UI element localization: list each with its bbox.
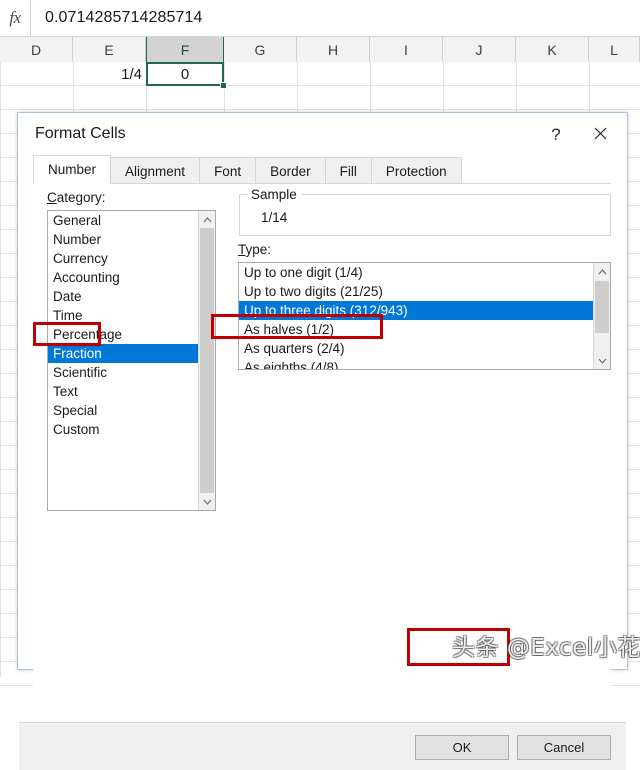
category-item-scientific[interactable]: Scientific (48, 363, 215, 382)
selected-cell-F[interactable]: 0 (146, 62, 224, 86)
category-scrollbar-thumb[interactable] (200, 228, 214, 493)
column-header-f[interactable]: F (146, 37, 224, 62)
sample-value: 1/14 (261, 210, 287, 225)
type-items: Up to one digit (1/4)Up to two digits (2… (239, 263, 610, 370)
column-header-d[interactable]: D (0, 37, 73, 62)
dialog-title-bar: Format Cells ? (18, 113, 627, 155)
type-item-3[interactable]: As halves (1/2) (239, 320, 610, 339)
category-scrollbar[interactable] (198, 211, 215, 510)
type-scrollbar[interactable] (593, 263, 610, 369)
type-scrollbar-thumb[interactable] (595, 281, 609, 333)
type-label: Type: (238, 242, 271, 257)
type-item-5[interactable]: As eighths (4/8) (239, 358, 610, 370)
tab-protection[interactable]: Protection (371, 157, 462, 184)
question-mark-icon[interactable]: ? (541, 121, 571, 149)
category-item-number[interactable]: Number (48, 230, 215, 249)
chevron-up-icon[interactable] (199, 211, 215, 228)
function-icon[interactable]: fx (0, 0, 31, 36)
category-item-date[interactable]: Date (48, 287, 215, 306)
category-item-currency[interactable]: Currency (48, 249, 215, 268)
category-item-accounting[interactable]: Accounting (48, 268, 215, 287)
format-cells-dialog: Format Cells ? NumberAlignmentFontBorder… (17, 112, 628, 670)
type-item-2[interactable]: Up to three digits (312/943) (239, 301, 610, 320)
category-item-fraction[interactable]: Fraction (48, 344, 215, 363)
category-item-time[interactable]: Time (48, 306, 215, 325)
category-listbox[interactable]: GeneralNumberCurrencyAccountingDateTimeP… (47, 210, 216, 511)
category-item-special[interactable]: Special (48, 401, 215, 420)
ok-button[interactable]: OK (415, 735, 509, 760)
fill-handle[interactable] (220, 82, 227, 89)
column-header-row: DEFGHIJKL (0, 37, 640, 63)
tab-number[interactable]: Number (33, 155, 111, 184)
formula-input[interactable]: 0.0714285714285714 (31, 0, 640, 36)
category-item-text[interactable]: Text (48, 382, 215, 401)
category-label: Category: (47, 190, 106, 205)
column-header-k[interactable]: K (516, 37, 589, 62)
sample-label: Sample (247, 187, 301, 202)
dialog-title: Format Cells (35, 125, 126, 143)
tab-border[interactable]: Border (255, 157, 326, 184)
grid-row[interactable] (0, 62, 640, 86)
column-header-j[interactable]: J (443, 37, 516, 62)
cancel-button[interactable]: Cancel (517, 735, 611, 760)
column-header-e[interactable]: E (73, 37, 146, 62)
chevron-down-icon[interactable] (199, 493, 215, 510)
category-item-custom[interactable]: Custom (48, 420, 215, 439)
column-header-l[interactable]: L (589, 37, 640, 62)
chevron-down-icon[interactable] (594, 352, 610, 369)
column-header-i[interactable]: I (370, 37, 443, 62)
column-header-g[interactable]: G (224, 37, 297, 62)
type-listbox[interactable]: Up to one digit (1/4)Up to two digits (2… (238, 262, 611, 370)
category-item-percentage[interactable]: Percentage (48, 325, 215, 344)
dialog-tabs: NumberAlignmentFontBorderFillProtection (33, 155, 461, 184)
fx-glyph: fx (9, 8, 20, 28)
tab-font[interactable]: Font (199, 157, 256, 184)
tab-fill[interactable]: Fill (325, 157, 372, 184)
column-header-h[interactable]: H (297, 37, 370, 62)
type-item-0[interactable]: Up to one digit (1/4) (239, 263, 610, 282)
dialog-button-bar: OK Cancel (19, 722, 626, 770)
formula-bar: fx 0.0714285714285714 (0, 0, 640, 37)
grid-row[interactable] (0, 86, 640, 110)
tab-alignment[interactable]: Alignment (110, 157, 200, 184)
category-item-general[interactable]: General (48, 211, 215, 230)
chevron-up-icon[interactable] (594, 263, 610, 280)
type-item-4[interactable]: As quarters (2/4) (239, 339, 610, 358)
dialog-tab-strip: NumberAlignmentFontBorderFillProtection (18, 155, 627, 184)
close-icon[interactable] (577, 115, 623, 151)
category-items: GeneralNumberCurrencyAccountingDateTimeP… (48, 211, 215, 439)
worksheet-cell-value[interactable]: 1/4 (98, 63, 142, 86)
number-tab-panel: Category: GeneralNumberCurrencyAccountin… (33, 184, 611, 721)
type-item-1[interactable]: Up to two digits (21/25) (239, 282, 610, 301)
